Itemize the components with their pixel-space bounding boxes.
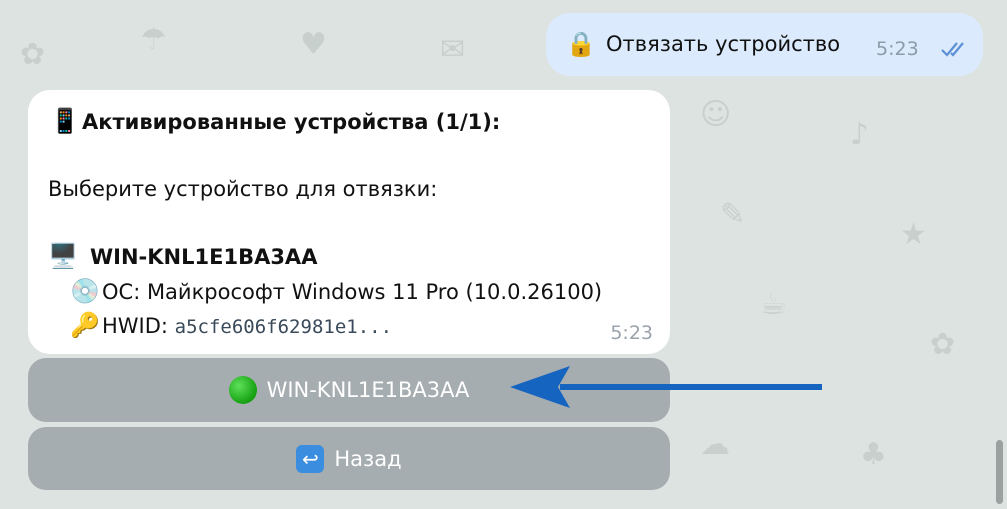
- back-button[interactable]: ↩ Назад: [28, 427, 670, 490]
- green-circle-icon: [228, 376, 257, 404]
- device-name-text: WIN-KNL1E1BA3AA: [90, 245, 318, 269]
- outgoing-message-bubble: 🔒 Отвязать устройство 5:23: [546, 13, 983, 76]
- double-check-icon: [941, 42, 964, 57]
- device-os-text: ОС: Майкрософт Windows 11 Pro (10.0.2610…: [102, 280, 603, 304]
- back-button-label: Назад: [334, 446, 402, 471]
- device-os: 💿 ОС: Майкрософт Windows 11 Pro (10.0.261…: [70, 277, 602, 306]
- incoming-message-bubble: 📱 Активированные устройства (1/1): Выбери…: [28, 90, 670, 354]
- device-select-button-label: WIN-KNL1E1BA3AA: [266, 378, 470, 402]
- mobile-phone-icon: 📱: [50, 107, 80, 135]
- devices-header-text: Активированные устройства (1/1):: [82, 110, 501, 134]
- lock-icon: 🔒: [566, 30, 596, 58]
- device-name: 🖥️ WIN-KNL1E1BA3AA: [48, 242, 317, 271]
- incoming-message-time: 5:23: [610, 322, 653, 344]
- desktop-computer-icon: 🖥️: [48, 242, 78, 270]
- device-hwid: 🔑 HWID: a5cfe606f62981e1...: [70, 311, 392, 341]
- annotation-arrow: [510, 366, 822, 408]
- key-icon: 🔑: [70, 311, 100, 339]
- select-prompt: Выберите устройство для отвязки:: [48, 177, 438, 201]
- outgoing-message-text: Отвязать устройство: [606, 32, 841, 56]
- disc-icon: 💿: [70, 277, 100, 305]
- back-arrow-icon: ↩: [296, 444, 325, 473]
- hwid-label: HWID:: [102, 314, 175, 338]
- devices-header: 📱 Активированные устройства (1/1):: [50, 107, 500, 136]
- scrollbar[interactable]: [996, 440, 1003, 504]
- outgoing-message-time: 5:23: [876, 38, 919, 60]
- hwid-value: a5cfe606f62981e1...: [174, 316, 393, 338]
